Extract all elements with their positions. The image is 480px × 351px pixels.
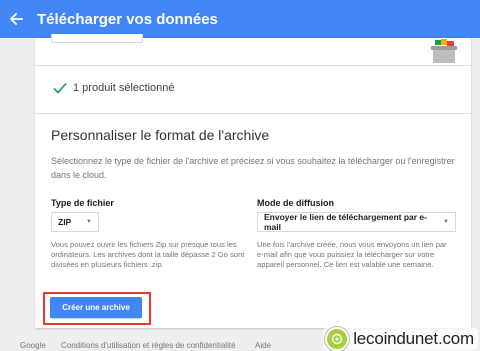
watermark-logo-icon	[325, 327, 350, 351]
check-icon	[53, 82, 67, 94]
file-type-help: Vous pouvez ouvrir les fichiers Zip sur …	[51, 240, 245, 269]
watermark-text: lecoindunet.com	[353, 329, 474, 348]
format-section-description: Sélectionnez le type de fichier de l'arc…	[51, 156, 455, 180]
delivery-method-value: Envoyer le lien de téléchargement par e-…	[264, 212, 427, 232]
file-type-select[interactable]: ZIP ▼	[51, 212, 99, 232]
delivery-method-help: Une fois l'archive créée, nous vous envo…	[257, 240, 447, 269]
divider	[35, 65, 471, 66]
archive-box-icon	[431, 39, 457, 63]
format-section-title: Personnaliser le format de l'archive	[51, 127, 270, 143]
arrow-back-icon[interactable]	[9, 12, 23, 26]
dropdown-arrow-icon: ▼	[443, 219, 449, 225]
page-title: Télécharger vos données	[37, 10, 218, 28]
file-type-value: ZIP	[58, 217, 72, 227]
app-bar: Télécharger vos données	[0, 0, 480, 38]
previous-control-edge	[51, 34, 143, 43]
footer-google-link[interactable]: Google	[20, 341, 46, 350]
selected-products-summary: 1 produit sélectionné	[53, 80, 175, 96]
watermark: lecoindunet.com	[323, 327, 478, 351]
file-type-label: Type de fichier	[51, 198, 114, 208]
selected-products-text: 1 produit sélectionné	[73, 82, 175, 94]
footer-help-link[interactable]: Aide	[255, 341, 271, 350]
delivery-method-select[interactable]: Envoyer le lien de téléchargement par e-…	[257, 212, 456, 232]
divider	[35, 113, 471, 114]
dropdown-arrow-icon: ▼	[86, 219, 92, 225]
footer-terms-link[interactable]: Conditions d'utilisation et règles de co…	[61, 341, 236, 350]
export-card: 1 produit sélectionné Personnaliser le f…	[35, 34, 471, 328]
create-archive-button[interactable]: Créer une archive	[50, 297, 142, 318]
delivery-method-label: Mode de diffusion	[257, 198, 334, 208]
